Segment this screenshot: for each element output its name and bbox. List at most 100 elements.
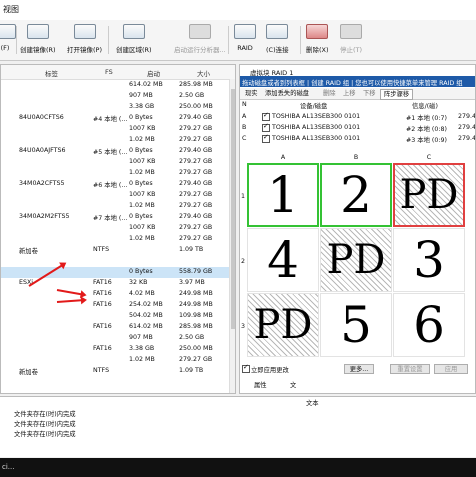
cell-size: 249.98 MB [179,290,213,297]
grid-cell-parity[interactable]: PD [320,228,392,292]
grid-cell[interactable]: 6 [393,293,465,357]
apply-immediately-checkbox[interactable] [242,363,250,373]
disk-row[interactable]: C TOSHIBA AL13SEB300 0101 #3 本地 (0:9) 279.4 [240,133,476,145]
disk-checkbox[interactable] [262,111,270,121]
table-row[interactable]: 1007 KB 279.27 GB [1,157,229,168]
table-row[interactable]: 504.02 MB 109.98 MB [1,311,229,322]
disk-checkbox[interactable] [262,133,270,143]
cell-name: 新加卷 [19,369,38,376]
create-region-icon [122,24,145,39]
connect-button[interactable]: (C)连接 [266,22,289,58]
cell-start: 0 Bytes [129,147,153,154]
taskbar-item[interactable]: ci... [2,463,14,471]
table-row[interactable]: FAT16 3.38 GB 250.00 MB [1,344,229,355]
cell-size: 279.27 GB [179,136,213,143]
column-label[interactable]: 标签 [45,68,58,78]
cell-size: 3.97 MB [179,279,205,286]
tab-delete[interactable]: 删除 [320,89,339,98]
cell-size: 279.40 GB [179,147,213,154]
cell-name: 34M0A2CFTS5 [19,180,65,187]
cell-size: 250.00 MB [179,103,213,110]
table-row[interactable]: 1.02 MB 279.27 GB [1,135,229,146]
stop-button[interactable]: 停止(T) [340,22,362,58]
more-button[interactable]: 更多... [344,364,374,374]
table-row[interactable]: 907 MB 2.50 GB [1,91,229,102]
cell-fs: FAT16 [93,301,112,308]
cell-size: 279.27 GB [179,125,213,132]
table-row[interactable]: 34M0A2CFTS5 #6 本地 (... 0 Bytes 279.40 GB [1,179,229,190]
open-image-button[interactable]: 打开镜像(P) [67,22,102,58]
tab-text[interactable]: 文 [290,380,296,389]
disk-row[interactable]: A TOSHIBA AL13SEB300 0101 #1 本地 (0:7) 279.4 [240,111,475,123]
column-size[interactable]: 大小 [197,68,210,78]
scrollbar-thumb[interactable] [231,89,235,329]
column-start[interactable]: 启动 [147,68,160,78]
stop-icon [340,24,363,39]
disk-row[interactable]: B TOSHIBA AL13SEB300 0101 #2 本地 (0:8) 279.4 [240,122,476,134]
table-row[interactable]: 1007 KB 279.27 GB [1,223,229,234]
cell-name: 84U0A0AJFTS6 [19,147,66,154]
table-row[interactable]: 1007 KB 279.27 GB [1,124,229,135]
cell-start: 0 Bytes [129,268,153,275]
tab-move-down[interactable]: 下移 [360,89,379,98]
cell-name: 新加卷 [19,248,38,255]
table-row[interactable]: 1.02 MB 279.27 GB [1,234,229,245]
raid-button[interactable]: RAID [234,22,256,58]
column-fs[interactable]: FS [105,68,113,76]
grid-cell[interactable]: 5 [320,293,392,357]
table-row[interactable]: FAT16 254.02 MB 249.98 MB [1,300,229,311]
grid-cell-parity[interactable]: PD [393,163,465,227]
connect-icon [266,24,289,39]
create-region-button[interactable]: 创建区域(R) [116,22,152,58]
disk-size: 279.4 [458,124,476,131]
grid-cell[interactable]: 4 [247,228,319,292]
toolbar-separator [228,26,229,54]
table-row[interactable] [1,256,229,267]
table-row[interactable]: 新加卷 NTFS 1.09 TB [1,366,229,377]
raid-editor-toolbar: 现实 添加丢失的磁盘 删除 上移 下移 阵步骤移 [240,88,475,100]
delete-button[interactable]: 删除(X) [306,22,329,58]
table-row[interactable]: 34M0A2M2FTS5 #7 本地 (... 0 Bytes 279.40 GB [1,212,229,223]
table-row[interactable]: 1.02 MB 279.27 GB [1,201,229,212]
tab-properties[interactable]: 属性 [254,380,267,389]
table-row[interactable]: 84U0A0AJFTS6 #5 本地 (... 0 Bytes 279.40 GB [1,146,229,157]
tab-add-missing-disk[interactable]: 添加丢失的磁盘 [262,89,312,98]
grid-column-label: C [426,154,432,161]
create-image-button[interactable]: 创建镜像(R) [20,22,56,58]
cell-start: 1007 KB [129,158,156,165]
cell-start: 3.38 GB [129,345,155,352]
apply-button[interactable]: 应用 [434,364,468,374]
table-row[interactable]: FAT16 4.02 MB 249.98 MB [1,289,229,300]
log-header: 文本 [306,400,319,407]
grid-cell[interactable]: 1 [247,163,319,227]
cell-size: 279.40 GB [179,180,213,187]
reset-settings-button[interactable]: 重置设置 [390,364,430,374]
table-row[interactable]: 3.38 GB 250.00 MB [1,102,229,113]
partition-list-scrollbar[interactable] [229,79,235,393]
disk-info: #1 本地 (0:7) [406,115,447,122]
table-row[interactable]: 1007 KB 279.27 GB [1,190,229,201]
table-row[interactable]: 0 Bytes 558.79 GB [1,267,229,278]
table-row[interactable]: 907 MB 2.50 GB [1,333,229,344]
tab-current[interactable]: 现实 [242,89,261,98]
table-row[interactable]: 84U0A0CFTS6 #4 本地 (... 0 Bytes 279.40 GB [1,113,229,124]
table-row[interactable]: 新加卷 NTFS 1.09 TB [1,245,229,256]
cell-fs: #4 本地 (... [93,116,128,123]
partial-button[interactable]: (F) [0,22,16,58]
table-row[interactable]: 614.02 MB 285.98 MB [1,80,229,91]
table-row[interactable]: 1.02 MB 279.27 GB [1,355,229,366]
analyzer-button[interactable]: 启动运行分析器... [174,22,226,58]
disk-size: 279.4 [458,135,476,142]
grid-cell[interactable]: 3 [393,228,465,292]
disk-checkbox[interactable] [262,122,270,132]
toolbar-separator [16,26,17,54]
grid-cell[interactable]: 2 [320,163,392,227]
table-row[interactable]: 1.02 MB 279.27 GB [1,168,229,179]
grid-cell-parity[interactable]: PD [247,293,319,357]
cell-size: 279.27 GB [179,224,213,231]
tab-move-up[interactable]: 上移 [340,89,359,98]
log-line: 文件夹存在(时)内完成 [14,421,76,428]
cell-start: 0 Bytes [129,114,153,121]
table-row[interactable]: FAT16 614.02 MB 285.98 MB [1,322,229,333]
tab-sync-steps[interactable]: 阵步骤移 [380,89,414,100]
